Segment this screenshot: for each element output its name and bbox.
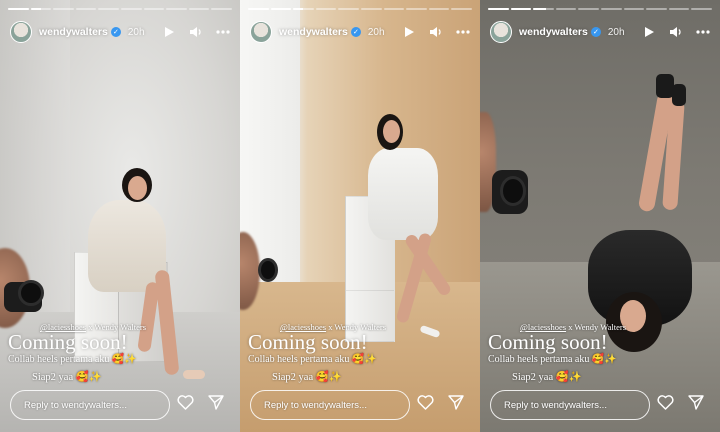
- progress-segment: [75, 8, 97, 10]
- story-photo: [0, 0, 240, 432]
- progress-segment: [270, 8, 292, 10]
- progress-fill: [293, 8, 304, 10]
- caption-line-1: Collab heels pertama aku 🥰✨: [488, 354, 617, 365]
- progress-segment: [578, 8, 599, 10]
- progress-segment: [338, 8, 359, 10]
- progress-segment: [315, 8, 337, 10]
- username[interactable]: wendywalters: [39, 26, 108, 38]
- progress-segment: [188, 8, 210, 10]
- send-icon[interactable]: [448, 395, 464, 415]
- avatar[interactable]: [490, 21, 512, 43]
- avatar[interactable]: [10, 21, 32, 43]
- send-icon[interactable]: [688, 395, 704, 415]
- progress-fill: [270, 8, 292, 10]
- play-icon[interactable]: [164, 26, 175, 38]
- progress-segment: [383, 8, 405, 10]
- caption-line-2: Siap2 yaa 🥰✨: [512, 372, 582, 383]
- verified-badge-icon: ✓: [110, 27, 121, 37]
- headline: Coming soon!: [8, 330, 128, 354]
- avatar[interactable]: [250, 21, 272, 43]
- progress-segment: [600, 8, 622, 10]
- volume-icon[interactable]: [189, 26, 202, 38]
- more-icon[interactable]: [696, 30, 710, 34]
- caption-line-2: Siap2 yaa 🥰✨: [272, 372, 342, 383]
- progress-segment: [428, 8, 450, 10]
- volume-icon[interactable]: [669, 26, 682, 38]
- progress-segment: [166, 8, 187, 10]
- story-photo: [480, 0, 720, 432]
- progress-segment: [30, 8, 52, 10]
- progress-segment: [98, 8, 119, 10]
- play-icon[interactable]: [404, 26, 415, 38]
- story-photo: [240, 0, 480, 432]
- heart-icon[interactable]: [177, 395, 194, 415]
- story-panel-2[interactable]: wendywalters ✓ 20h @laciesshoes x Wendy …: [240, 0, 480, 432]
- heart-icon[interactable]: [417, 395, 434, 415]
- caption-line-1: Collab heels pertama aku 🥰✨: [8, 354, 137, 365]
- progress-fill: [510, 8, 532, 10]
- story-progress: [488, 8, 712, 10]
- caption-line-2: Siap2 yaa 🥰✨: [32, 372, 102, 383]
- progress-segment: [53, 8, 74, 10]
- story-footer: Reply to wendywalters...: [10, 390, 230, 420]
- progress-segment: [488, 8, 509, 10]
- username[interactable]: wendywalters: [279, 26, 348, 38]
- timestamp: 20h: [127, 26, 145, 38]
- progress-segment: [143, 8, 165, 10]
- progress-fill: [533, 8, 546, 10]
- story-panel-1[interactable]: wendywalters ✓ 20h @laciesshoes x Wendy …: [0, 0, 240, 432]
- story-header: wendywalters ✓ 20h: [250, 20, 470, 44]
- timestamp: 20h: [367, 26, 385, 38]
- reply-input[interactable]: Reply to wendywalters...: [10, 390, 170, 420]
- progress-segment: [555, 8, 577, 10]
- progress-segment: [211, 8, 232, 10]
- progress-segment: [8, 8, 29, 10]
- story-footer: Reply to wendywalters...: [250, 390, 470, 420]
- play-icon[interactable]: [644, 26, 655, 38]
- progress-fill: [488, 8, 509, 10]
- progress-segment: [406, 8, 427, 10]
- verified-badge-icon: ✓: [590, 27, 601, 37]
- timestamp: 20h: [607, 26, 625, 38]
- username[interactable]: wendywalters: [519, 26, 588, 38]
- progress-segment: [451, 8, 472, 10]
- progress-segment: [691, 8, 712, 10]
- progress-segment: [510, 8, 532, 10]
- story-header: wendywalters ✓ 20h: [490, 20, 710, 44]
- story-progress: [248, 8, 472, 10]
- story-progress: [8, 8, 232, 10]
- caption-line-1: Collab heels pertama aku 🥰✨: [248, 354, 377, 365]
- story-header: wendywalters ✓ 20h: [10, 20, 230, 44]
- volume-icon[interactable]: [429, 26, 442, 38]
- progress-fill: [8, 8, 29, 10]
- more-icon[interactable]: [456, 30, 470, 34]
- progress-segment: [668, 8, 690, 10]
- progress-fill: [248, 8, 269, 10]
- progress-segment: [248, 8, 269, 10]
- reply-input[interactable]: Reply to wendywalters...: [250, 390, 410, 420]
- headline: Coming soon!: [248, 330, 368, 354]
- headline: Coming soon!: [488, 330, 608, 354]
- story-panel-3[interactable]: wendywalters ✓ 20h @laciesshoes x Wendy …: [480, 0, 720, 432]
- reply-input[interactable]: Reply to wendywalters...: [490, 390, 650, 420]
- story-footer: Reply to wendywalters...: [490, 390, 710, 420]
- progress-segment: [120, 8, 142, 10]
- progress-segment: [646, 8, 667, 10]
- send-icon[interactable]: [208, 395, 224, 415]
- heart-icon[interactable]: [657, 395, 674, 415]
- progress-fill: [30, 8, 41, 10]
- progress-segment: [623, 8, 645, 10]
- more-icon[interactable]: [216, 30, 230, 34]
- progress-segment: [293, 8, 314, 10]
- progress-segment: [533, 8, 554, 10]
- progress-segment: [360, 8, 382, 10]
- verified-badge-icon: ✓: [350, 27, 361, 37]
- stories-strip: wendywalters ✓ 20h @laciesshoes x Wendy …: [0, 0, 720, 432]
